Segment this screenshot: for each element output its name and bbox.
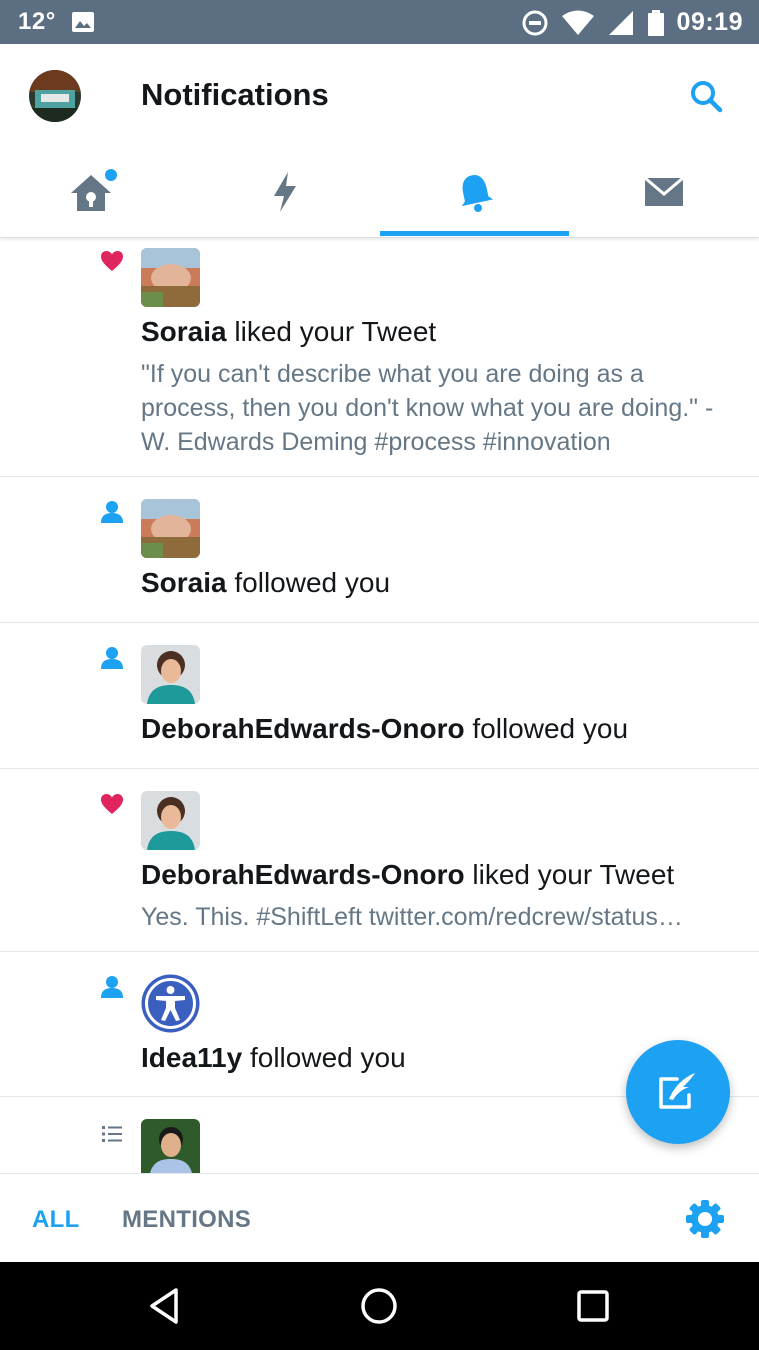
notification-filter-bar: ALL MENTIONS (0, 1173, 759, 1262)
tweet-snippet[interactable]: "If you can't describe what you are doin… (141, 357, 741, 459)
notification-action: followed you (242, 1042, 406, 1073)
back-icon[interactable] (144, 1284, 188, 1328)
user-avatar[interactable] (141, 791, 200, 850)
wifi-icon (561, 10, 594, 35)
notification-item[interactable]: Soraia followed you (0, 477, 759, 623)
user-name[interactable]: DeborahEdwards-Onoro (141, 859, 465, 890)
compose-icon (659, 1073, 695, 1109)
home-button-icon[interactable] (357, 1284, 401, 1328)
signal-icon (608, 10, 633, 35)
notification-text: DeborahEdwards-Onoro followed you (141, 713, 628, 745)
bell-icon (461, 175, 494, 212)
notification-text: Soraia liked your Tweet (141, 316, 436, 348)
main-tabs (0, 148, 759, 238)
user-avatar[interactable] (141, 248, 200, 307)
user-avatar[interactable] (141, 499, 200, 558)
tab-moments[interactable] (190, 148, 380, 236)
image-icon (71, 12, 94, 32)
tab-notifications[interactable] (380, 148, 570, 236)
notification-item[interactable]: DeborahEdwards-Onoro liked your Tweet Ye… (0, 769, 759, 952)
envelope-icon (644, 176, 684, 206)
user-name[interactable]: Idea11y (141, 1042, 242, 1073)
filter-mentions[interactable]: MENTIONS (122, 1206, 251, 1234)
search-icon[interactable] (684, 74, 728, 118)
user-avatar[interactable] (141, 1119, 200, 1173)
tweet-snippet-line: process, then you don't know what you ar… (141, 394, 714, 422)
status-bar: 12° 09:19 (0, 0, 759, 44)
tweet-snippet-line: W. Edwards Deming #process #innovation (141, 428, 611, 456)
heart-icon (101, 251, 123, 271)
notification-text: DeborahEdwards-Onoro liked your Tweet (141, 859, 674, 891)
notification-action: liked your Tweet (226, 316, 437, 347)
user-name[interactable]: Soraia (141, 567, 227, 598)
clock-text: 09:19 (676, 8, 743, 36)
user-avatar[interactable] (141, 645, 200, 704)
notification-list[interactable]: Soraia liked your Tweet "If you can't de… (0, 238, 759, 1173)
gear-icon[interactable] (684, 1198, 726, 1240)
lightning-icon (274, 172, 296, 212)
temperature-text: 12° (18, 8, 56, 35)
user-name[interactable]: Soraia (141, 316, 227, 347)
notification-action: followed you (464, 713, 629, 744)
tweet-snippet[interactable]: Yes. This. #ShiftLeft twitter.com/redcre… (141, 900, 721, 934)
notification-text: Idea11y followed you (141, 1042, 406, 1074)
accessibility-icon (141, 974, 200, 1033)
notification-action: liked your Tweet (464, 859, 675, 890)
tab-messages[interactable] (569, 148, 759, 236)
notification-item[interactable]: DeborahEdwards-Onoro followed you (0, 623, 759, 769)
app-header: Notifications (0, 44, 759, 148)
notification-text: Soraia followed you (141, 567, 390, 599)
filter-all[interactable]: ALL (32, 1206, 80, 1234)
tab-home[interactable] (0, 148, 190, 236)
battery-icon (647, 9, 664, 36)
active-tab-indicator (380, 231, 569, 236)
heart-icon (101, 794, 123, 814)
do-not-disturb-icon (522, 10, 548, 35)
notification-action: followed you (226, 567, 391, 598)
compose-tweet-button[interactable] (626, 1040, 730, 1144)
list-icon (102, 1126, 122, 1142)
tweet-snippet-line: "If you can't describe what you are doin… (141, 360, 644, 388)
person-icon (101, 501, 123, 523)
recents-icon[interactable] (571, 1284, 615, 1328)
system-navigation-bar (0, 1262, 759, 1350)
person-icon (101, 647, 123, 669)
page-title: Notifications (141, 77, 329, 112)
notification-item[interactable]: Soraia liked your Tweet "If you can't de… (0, 238, 759, 477)
avatar[interactable] (29, 70, 81, 122)
person-icon (101, 976, 123, 998)
user-name[interactable]: DeborahEdwards-Onoro (141, 713, 465, 744)
user-avatar[interactable] (141, 974, 200, 1033)
home-icon (71, 169, 117, 211)
